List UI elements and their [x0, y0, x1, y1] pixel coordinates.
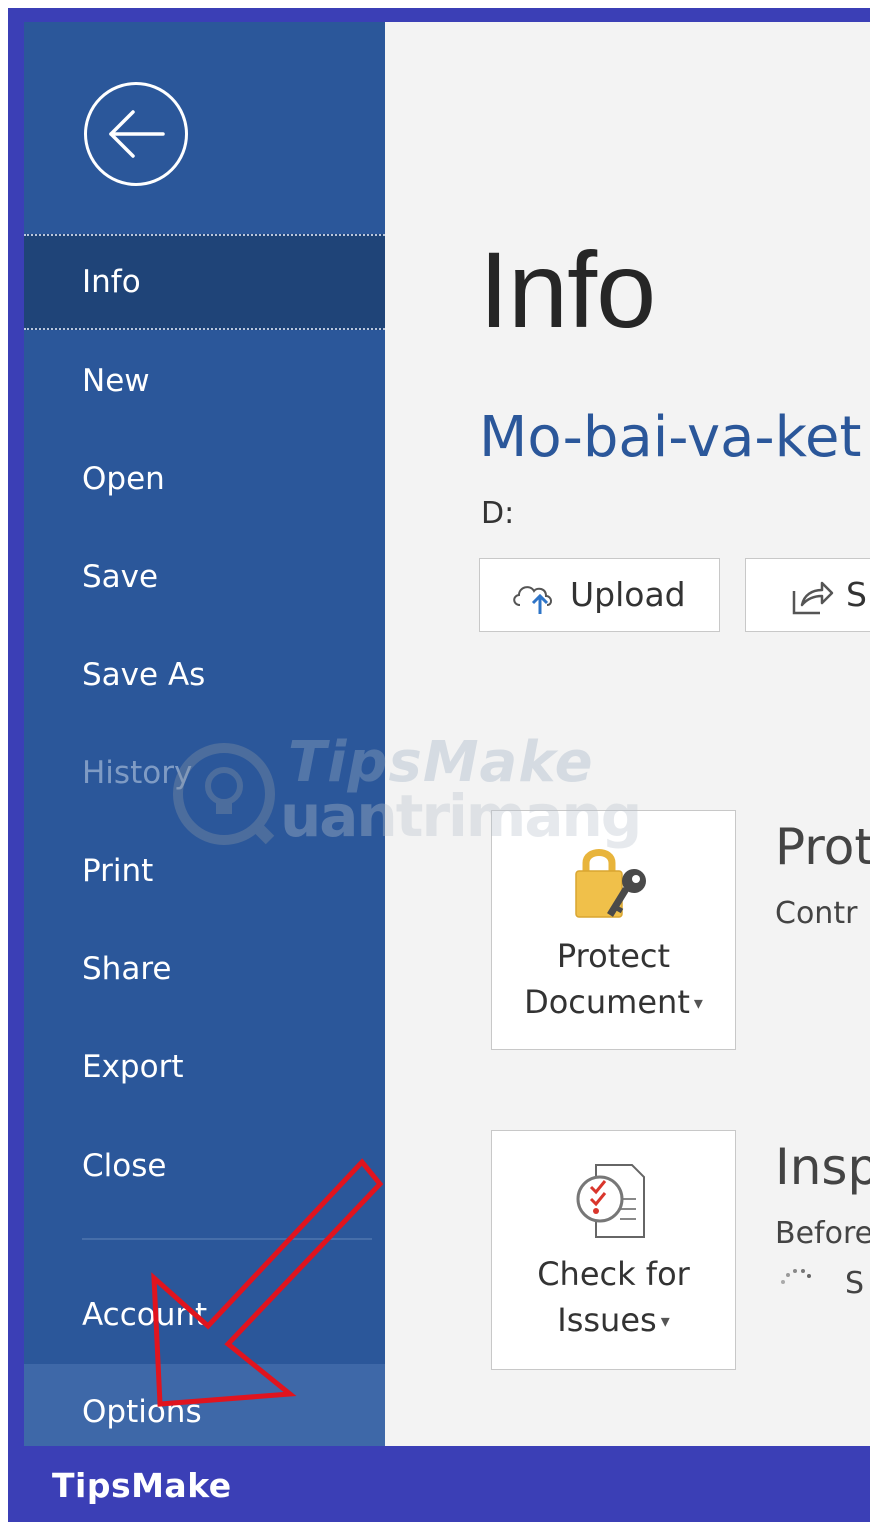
inspect-section-desc: Before	[775, 1216, 870, 1251]
protect-tile-line1: Protect	[556, 937, 671, 975]
check-tile-line2: Issues ▾	[492, 1297, 735, 1345]
check-for-issues-button[interactable]: Check for Issues ▾	[491, 1130, 736, 1370]
dropdown-caret-icon: ▾	[660, 1311, 670, 1332]
nav-item-open[interactable]: Open	[24, 431, 385, 527]
protect-tile-line2-text: Document	[524, 983, 690, 1021]
nav-item-account[interactable]: Account	[24, 1267, 385, 1363]
document-name: Mo-bai-va-ket	[479, 405, 862, 470]
check-tile-line2-text: Issues	[557, 1301, 657, 1339]
info-pane: Info Mo-bai-va-ket D: Upload S Protect D…	[385, 22, 870, 1446]
inspect-section-sub: S	[845, 1266, 865, 1301]
protect-tile-line2: Document ▾	[492, 979, 735, 1027]
nav-divider	[82, 1238, 372, 1240]
nav-item-close[interactable]: Close	[24, 1118, 385, 1214]
inspect-document-icon	[576, 1164, 645, 1238]
brand-footer: TipsMake	[8, 1446, 870, 1522]
dropdown-caret-icon: ▾	[693, 993, 703, 1014]
brand-logo-text: TipsMake	[52, 1466, 232, 1505]
share-label: S	[846, 575, 867, 614]
loading-spinner-icon	[781, 1269, 811, 1284]
page-title: Info	[479, 229, 656, 350]
inspect-section-title: Insp	[775, 1138, 870, 1196]
nav-item-export[interactable]: Export	[24, 1019, 385, 1115]
share-icon	[792, 581, 834, 615]
cloud-upload-icon	[513, 586, 552, 614]
nav-item-options[interactable]: Options	[24, 1364, 385, 1446]
share-button[interactable]: S	[745, 558, 870, 632]
nav-item-new[interactable]: New	[24, 333, 385, 429]
protect-section-desc: Contr	[775, 896, 858, 931]
back-button[interactable]	[84, 82, 188, 186]
nav-item-history: History	[82, 755, 193, 791]
upload-button[interactable]: Upload	[479, 558, 720, 632]
document-path: D:	[481, 496, 515, 531]
upload-label: Upload	[570, 575, 686, 614]
lock-key-icon	[575, 849, 646, 918]
nav-item-print[interactable]: Print	[24, 823, 385, 919]
nav-item-info[interactable]: Info	[24, 234, 385, 330]
protect-section-title: Prot	[775, 818, 870, 876]
check-tile-line1: Check for	[537, 1255, 690, 1293]
backstage-sidebar: Info New Open Save Save As History Print…	[24, 22, 385, 1446]
protect-document-button[interactable]: Protect Document ▾	[491, 810, 736, 1050]
back-arrow-circle-icon	[109, 110, 165, 158]
nav-item-share[interactable]: Share	[24, 921, 385, 1017]
nav-item-save[interactable]: Save	[24, 529, 385, 625]
nav-item-save-as[interactable]: Save As	[24, 627, 385, 723]
